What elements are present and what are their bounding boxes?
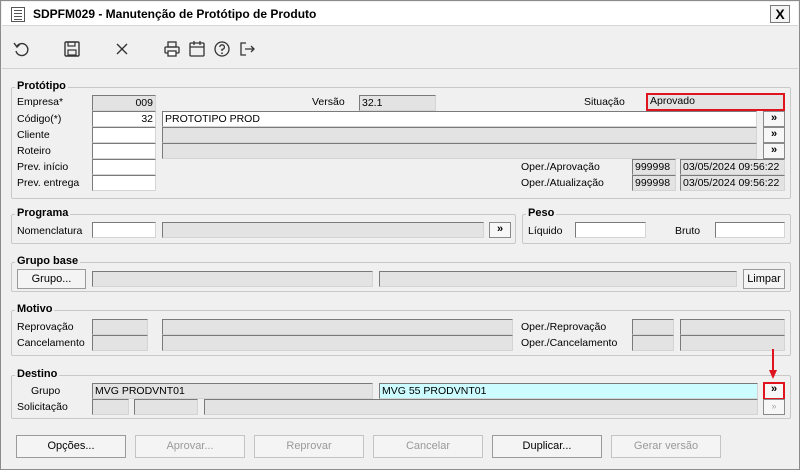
delete-icon[interactable] xyxy=(112,39,132,59)
main-window: SDPFM029 - Manutenção de Protótipo de Pr… xyxy=(0,0,800,470)
oper-cancelamento-label: Oper./Cancelamento xyxy=(521,337,618,349)
oper-reprovacao-date-field xyxy=(680,319,785,335)
nomenclatura-label: Nomenclatura xyxy=(17,225,83,237)
grupo-base-description-field xyxy=(379,271,737,287)
solicitacao-field-1 xyxy=(92,399,129,415)
limpar-button[interactable]: Limpar xyxy=(743,269,785,289)
roteiro-search-button[interactable]: » xyxy=(763,143,785,159)
duplicar-button[interactable]: Duplicar... xyxy=(492,435,602,458)
situacao-label: Situação xyxy=(584,96,625,108)
solicitacao-field-2 xyxy=(134,399,198,415)
programa-title: Programa xyxy=(15,207,71,219)
solicitacao-label: Solicitação xyxy=(17,401,68,413)
cancelamento-code-field xyxy=(92,335,148,351)
cancelamento-description-field xyxy=(162,335,513,351)
prev-entrega-field[interactable] xyxy=(92,175,156,191)
codigo-description-field[interactable]: PROTOTIPO PROD xyxy=(162,111,757,127)
empresa-label: Empresa* xyxy=(17,96,64,108)
oper-atualizacao-label: Oper./Atualização xyxy=(521,177,604,189)
window-title: SDPFM029 - Manutenção de Protótipo de Pr… xyxy=(33,7,317,21)
oper-aprovacao-user-field: 999998 xyxy=(632,159,676,175)
oper-reprovacao-label: Oper./Reprovação xyxy=(521,321,607,333)
roteiro-description-field xyxy=(162,143,757,159)
destino-grupo-field: MVG PRODVNT01 xyxy=(92,383,373,399)
opcoes-button[interactable]: Opções... xyxy=(16,435,126,458)
liquido-field[interactable] xyxy=(575,222,646,238)
cliente-search-button[interactable]: » xyxy=(763,127,785,143)
destino-grupo-description-field[interactable]: MVG 55 PRODVNT01 xyxy=(379,383,758,399)
motivo-title: Motivo xyxy=(15,303,55,315)
calendar-icon[interactable] xyxy=(187,39,207,59)
grupo-base-title: Grupo base xyxy=(15,255,81,267)
gerar-versao-button[interactable]: Gerar versão xyxy=(611,435,721,458)
cancelar-button[interactable]: Cancelar xyxy=(373,435,483,458)
oper-atualizacao-user-field: 999998 xyxy=(632,175,676,191)
prev-entrega-label: Prev. entrega xyxy=(17,177,80,189)
oper-cancelamento-user-field xyxy=(632,335,674,351)
oper-aprovacao-label: Oper./Aprovação xyxy=(521,161,600,173)
cliente-label: Cliente xyxy=(17,129,50,141)
codigo-field[interactable]: 32 xyxy=(92,111,156,127)
codigo-label: Código(*) xyxy=(17,113,62,125)
reprovacao-code-field xyxy=(92,319,148,335)
destino-grupo-search-button[interactable]: » xyxy=(763,382,785,400)
nomenclatura-field[interactable] xyxy=(92,222,156,238)
cliente-field[interactable] xyxy=(92,127,156,143)
exit-icon[interactable] xyxy=(237,39,257,59)
versao-label: Versão xyxy=(312,96,345,108)
empresa-field[interactable]: 009 xyxy=(92,95,156,111)
situacao-field[interactable]: Aprovado xyxy=(646,93,785,111)
prev-inicio-field[interactable] xyxy=(92,159,156,175)
close-button[interactable]: X xyxy=(770,5,790,23)
solicitacao-description-field xyxy=(204,399,758,415)
annotation-arrow-icon xyxy=(769,349,777,379)
prototipo-title: Protótipo xyxy=(15,80,68,92)
reprovar-button[interactable]: Reprovar xyxy=(254,435,364,458)
nomenclatura-description-field xyxy=(162,222,484,238)
document-icon xyxy=(11,7,25,22)
solicitacao-search-button[interactable]: » xyxy=(763,399,785,415)
versao-field[interactable]: 32.1 xyxy=(359,95,436,111)
bruto-field[interactable] xyxy=(715,222,785,238)
print-icon[interactable] xyxy=(162,39,182,59)
save-icon[interactable] xyxy=(62,39,82,59)
title-bar: SDPFM029 - Manutenção de Protótipo de Pr… xyxy=(2,2,798,26)
destino-title: Destino xyxy=(15,368,60,380)
peso-title: Peso xyxy=(526,207,557,219)
oper-reprovacao-user-field xyxy=(632,319,674,335)
prev-inicio-label: Prev. início xyxy=(17,161,69,173)
grupo-button[interactable]: Grupo... xyxy=(17,269,86,289)
codigo-search-button[interactable]: » xyxy=(763,111,785,127)
help-icon[interactable] xyxy=(212,39,232,59)
roteiro-field[interactable] xyxy=(92,143,156,159)
bruto-label: Bruto xyxy=(675,225,701,237)
reprovacao-description-field xyxy=(162,319,513,335)
cliente-description-field xyxy=(162,127,757,143)
liquido-label: Líquido xyxy=(528,225,563,237)
aprovar-button[interactable]: Aprovar... xyxy=(135,435,245,458)
oper-atualizacao-date-field: 03/05/2024 09:56:22 xyxy=(680,175,785,191)
nomenclatura-search-button[interactable]: » xyxy=(489,222,511,238)
destino-grupo-label: Grupo xyxy=(31,385,61,397)
oper-aprovacao-date-field: 03/05/2024 09:56:22 xyxy=(680,159,785,175)
grupo-base-code-field xyxy=(92,271,373,287)
undo-icon[interactable] xyxy=(12,39,32,59)
roteiro-label: Roteiro xyxy=(17,145,51,157)
cancelamento-label: Cancelamento xyxy=(17,337,85,349)
reprovacao-label: Reprovação xyxy=(17,321,74,333)
toolbar xyxy=(2,27,798,69)
